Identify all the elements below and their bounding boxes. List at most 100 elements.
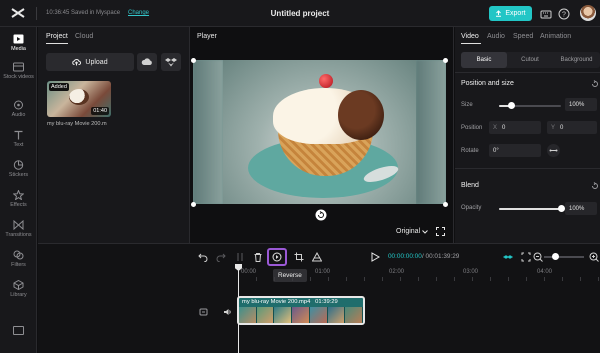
nav-stock-videos[interactable]: Stock videos [0,62,37,81]
zoom-out-icon[interactable] [533,252,543,262]
blur-right [416,60,446,204]
export-label: Export [505,10,526,17]
tab-video[interactable]: Video [461,33,479,40]
opacity-label: Opacity [461,205,482,211]
clip-frame [327,307,346,323]
redo-icon[interactable] [216,252,226,262]
library-icon [13,280,24,290]
position-y-field[interactable]: Y 0 [547,121,597,134]
undo-icon[interactable] [198,252,208,262]
google-drive-button[interactable] [137,53,157,71]
crop-icon[interactable] [294,252,304,262]
subtab-background[interactable]: Background [553,52,600,68]
change-link[interactable]: Change [128,10,149,16]
subtab-cutout[interactable]: Cutout [507,52,553,68]
opacity-value-field[interactable]: 100% [565,202,597,215]
nav-audio[interactable]: Audio [0,100,37,119]
nav-stickers[interactable]: Stickers [0,160,37,179]
zoom-in-icon[interactable] [589,252,599,262]
fullscreen-icon[interactable] [436,227,445,236]
nav-text-label: Text [13,142,24,148]
total-time: / 00:01:39:29 [422,253,460,260]
x-axis-label: X [493,124,498,131]
nav-media[interactable]: Media [0,34,37,53]
position-x-value: 0 [502,124,506,131]
rotate-flip-button[interactable] [547,144,560,157]
zoom-slider-knob[interactable] [552,253,559,260]
nav-effects[interactable]: Effects [0,190,37,209]
clip-name: my blu-ray Movie 200.mp4 [242,299,311,305]
tick-label: 00:00 [241,269,257,275]
split-icon[interactable] [235,252,245,262]
resize-handle-br[interactable] [443,202,448,207]
ratio-dropdown[interactable]: Original [396,228,428,235]
nav-text[interactable]: Text [0,130,37,149]
rotate-handle-icon[interactable] [315,209,327,221]
nav-transitions-label: Transitions [5,232,32,238]
audio-icon [14,100,23,110]
video-preview[interactable] [193,60,446,204]
tab-project[interactable]: Project [46,33,68,40]
nav-stock-videos-label: Stock videos [3,74,34,80]
tab-speed[interactable]: Speed [513,33,533,40]
opacity-value: 100% [569,205,585,212]
track-audio-icon[interactable] [223,308,232,316]
tab-audio[interactable]: Audio [487,33,505,40]
media-icon [13,34,24,44]
position-size-title: Position and size [461,80,514,87]
user-avatar[interactable] [580,5,596,21]
rotate-label: Rotate [461,148,479,154]
reset-icon[interactable] [591,182,599,190]
resize-handle-bl[interactable] [191,202,196,207]
export-button[interactable]: Export [489,6,532,21]
nav-filters[interactable]: Filters [0,250,37,269]
mask-icon[interactable] [312,252,322,262]
media-item-name: my blu-ray Movie 200.m [47,121,107,127]
top-bar: 10:36:45 Saved in Myspace Change Untitle… [0,0,600,27]
delete-icon[interactable] [253,252,263,262]
rotate-field[interactable]: 0° [489,144,541,157]
keyboard-icon[interactable] [540,8,552,20]
section-divider [455,72,600,73]
reset-icon[interactable] [591,80,599,88]
playhead[interactable] [238,266,239,353]
track-lock-icon[interactable] [199,308,208,316]
size-slider[interactable] [499,102,561,109]
clip-frame [256,307,275,323]
position-x-field[interactable]: X 0 [489,121,541,134]
play-icon[interactable] [370,252,380,262]
resize-handle-tl[interactable] [191,58,196,63]
position-label: Position [461,125,483,131]
help-icon[interactable]: ? [558,8,570,20]
zoom-slider[interactable] [544,253,584,260]
resize-handle-tr[interactable] [443,58,448,63]
clip-label: my blu-ray Movie 200.mp4 01:39:29 [242,299,338,305]
nav-audio-label: Audio [11,112,26,118]
snap-icon[interactable] [503,252,513,262]
size-slider-knob[interactable] [507,102,515,109]
nav-library[interactable]: Library [0,280,37,299]
opacity-slider[interactable] [499,205,565,212]
stickers-icon [13,160,24,170]
flip-icon [549,149,558,152]
upload-button[interactable]: Upload [46,53,134,71]
y-axis-label: Y [551,124,556,131]
dropbox-button[interactable] [161,53,181,71]
opacity-slider-knob[interactable] [557,205,565,212]
subtab-basic[interactable]: Basic [461,52,507,68]
keyboard-shortcuts-icon[interactable] [13,326,24,335]
zoom-fit-icon[interactable] [521,252,531,262]
reverse-icon [272,252,282,262]
tab-animation[interactable]: Animation [540,33,571,40]
size-value-field[interactable]: 100% [565,98,597,111]
video-clip[interactable]: my blu-ray Movie 200.mp4 01:39:29 [237,296,365,325]
blend-title: Blend [461,182,479,189]
reverse-button[interactable] [267,248,287,266]
properties-panel: Video Audio Speed Animation Basic Cutout… [455,27,600,243]
tab-cloud[interactable]: Cloud [75,33,93,40]
capcut-logo-icon[interactable] [10,6,26,20]
media-thumbnail[interactable]: Added 01:40 [47,81,111,117]
nav-transitions[interactable]: Transitions [0,220,37,239]
time-ruler[interactable] [238,277,600,281]
clip-frame [274,307,293,323]
